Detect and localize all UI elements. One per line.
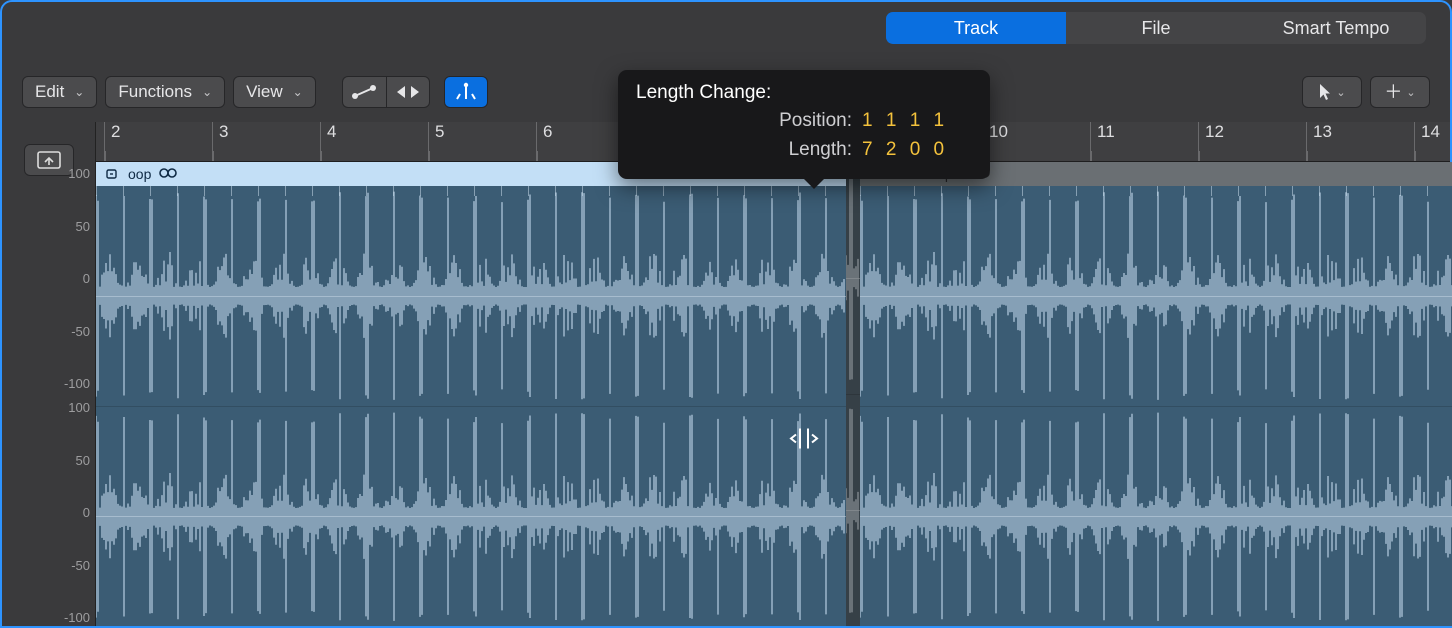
view-menu-label: View xyxy=(246,82,283,102)
automation-mode-button[interactable] xyxy=(342,76,386,108)
pointer-tool[interactable]: ⌄ xyxy=(1302,76,1362,108)
amplitude-label: 50 xyxy=(2,453,96,468)
divide-mode-button[interactable] xyxy=(444,76,488,108)
chevron-down-icon: ⌄ xyxy=(202,85,212,99)
ruler-tick[interactable]: 6 xyxy=(536,122,552,161)
amplitude-label: -50 xyxy=(2,324,96,339)
edit-menu-label: Edit xyxy=(35,82,64,102)
audio-region[interactable]: Drumloop.1 xyxy=(860,162,1452,626)
ruler-tick[interactable]: 14 xyxy=(1414,122,1440,161)
edit-menu[interactable]: Edit ⌄ xyxy=(22,76,97,108)
secondary-tool[interactable]: ＋ ⌄ xyxy=(1370,76,1430,108)
amplitude-label: 50 xyxy=(2,219,96,234)
view-menu[interactable]: View ⌄ xyxy=(233,76,316,108)
length-change-tooltip: Length Change: Position: 1 1 1 1 Length:… xyxy=(618,70,990,179)
amplitude-label: -100 xyxy=(2,376,96,391)
flex-mode-button[interactable] xyxy=(386,76,430,108)
editor-gutter: 100 50 0 -50 -100 100 50 0 -50 -100 xyxy=(2,122,96,626)
automation-points-icon xyxy=(351,84,377,100)
mode-icon-group xyxy=(342,76,430,108)
track-area[interactable]: oop Drumloop.1 xyxy=(96,162,1450,626)
channel-right xyxy=(860,406,1452,627)
audio-region[interactable]: oop xyxy=(96,162,846,626)
ruler-tick[interactable]: 4 xyxy=(320,122,336,161)
chevron-down-icon: ⌄ xyxy=(1406,86,1415,99)
tooltip-title: Length Change: xyxy=(636,82,972,104)
ruler-tick[interactable]: 2 xyxy=(104,122,120,161)
tab-track[interactable]: Track xyxy=(886,12,1066,44)
tooltip-length-label: Length: xyxy=(789,135,852,164)
amplitude-label: -100 xyxy=(2,610,96,625)
chevron-down-icon: ⌄ xyxy=(74,85,84,99)
region-body xyxy=(96,186,846,626)
tab-smart-tempo[interactable]: Smart Tempo xyxy=(1246,12,1426,44)
chevron-down-icon: ⌄ xyxy=(1336,86,1345,99)
ruler-tick[interactable]: 5 xyxy=(428,122,444,161)
ruler-tick[interactable]: 11 xyxy=(1090,122,1115,161)
flex-icon xyxy=(395,84,421,100)
tooltip-position-label: Position: xyxy=(779,106,852,135)
ruler-tick[interactable]: 13 xyxy=(1306,122,1332,161)
channel-right xyxy=(96,406,846,627)
amplitude-label: 0 xyxy=(2,505,96,520)
audio-editor: 100500-50-100100500-50-100 2345678910111… xyxy=(2,122,1450,626)
tab-file[interactable]: File xyxy=(1066,12,1246,44)
chevron-down-icon: ⌄ xyxy=(293,85,303,99)
tooltip-position-value: 1 1 1 1 xyxy=(862,106,972,135)
channel-left xyxy=(96,186,846,406)
channel-left xyxy=(860,186,1452,406)
functions-menu-label: Functions xyxy=(118,82,192,102)
amplitude-label: 100 xyxy=(2,166,96,181)
amplitude-label: 100 xyxy=(2,400,96,415)
tooltip-length-value: 7 2 0 0 xyxy=(862,135,972,164)
functions-menu[interactable]: Functions ⌄ xyxy=(105,76,225,108)
mode-tabs[interactable]: Track File Smart Tempo xyxy=(886,12,1426,44)
region-body xyxy=(860,186,1452,626)
region-icon xyxy=(106,167,120,181)
region-name: oop xyxy=(128,166,151,182)
loop-icon xyxy=(159,166,177,182)
pointer-icon xyxy=(1318,83,1332,101)
ruler-tick[interactable]: 3 xyxy=(212,122,228,161)
plus-icon: ＋ xyxy=(1384,83,1402,101)
amplitude-label: -50 xyxy=(2,558,96,573)
amplitude-label: 0 xyxy=(2,271,96,286)
ruler-tick[interactable]: 12 xyxy=(1198,122,1224,161)
divide-icon xyxy=(455,82,477,102)
